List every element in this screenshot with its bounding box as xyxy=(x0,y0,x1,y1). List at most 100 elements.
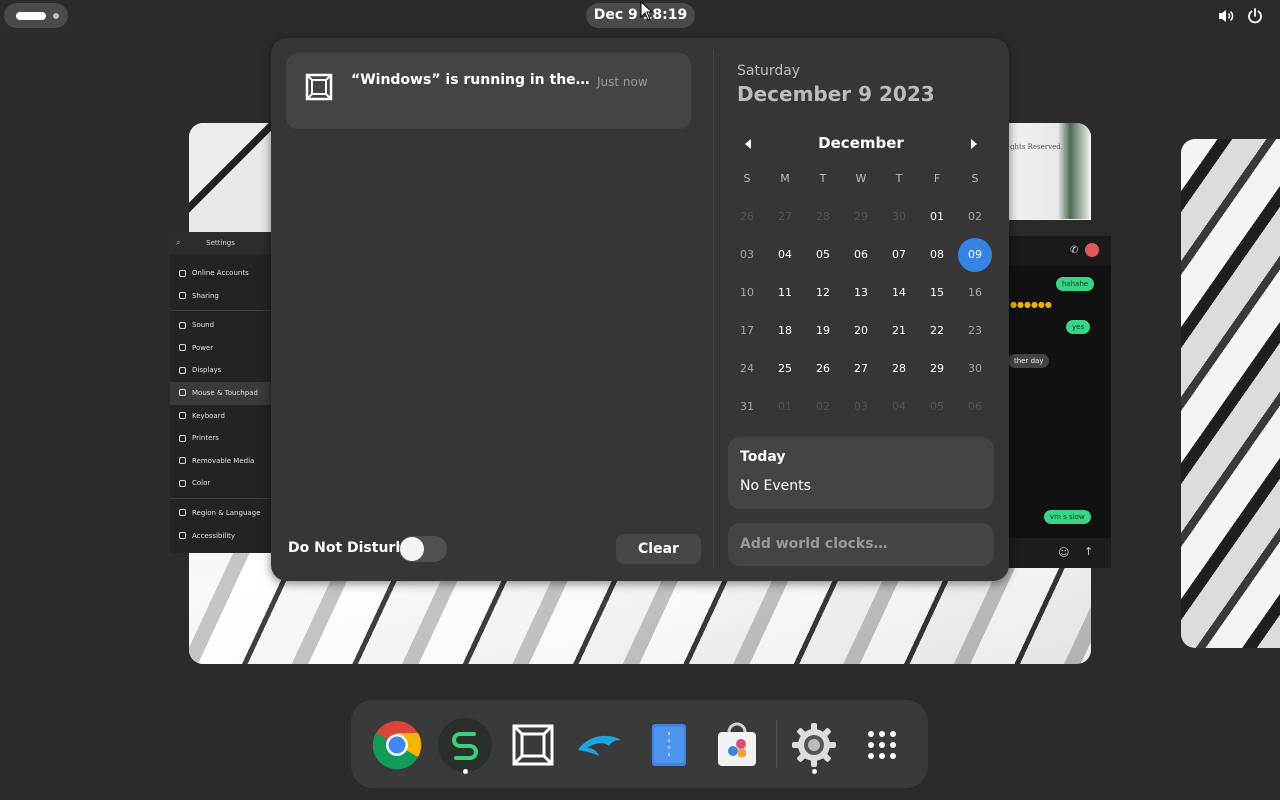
search-icon: ⌕ xyxy=(176,238,181,247)
calendar-day[interactable]: 30 xyxy=(956,350,994,388)
workspace-thumbnail-next[interactable] xyxy=(1181,139,1280,648)
chevron-right-icon[interactable] xyxy=(963,133,985,155)
files-icon[interactable] xyxy=(642,718,696,772)
app-grid-icon[interactable] xyxy=(855,718,909,772)
toggle-knob xyxy=(400,537,424,561)
calendar-day[interactable]: 26 xyxy=(804,350,842,388)
wallpaper-art xyxy=(189,123,279,233)
calendar-day[interactable]: 02 xyxy=(956,198,994,236)
calendar-day[interactable]: 06 xyxy=(956,388,994,426)
power-icon[interactable] xyxy=(1246,7,1264,25)
calendar-day[interactable]: 07 xyxy=(880,236,918,274)
calendar-day[interactable]: 02 xyxy=(804,388,842,426)
events-title: Today xyxy=(740,449,786,465)
full-date-label: December 9 2023 xyxy=(737,82,935,106)
calendar-day[interactable]: 03 xyxy=(842,388,880,426)
chat-header: ✆ xyxy=(1008,236,1111,266)
calendar-day[interactable]: 05 xyxy=(918,388,956,426)
dock xyxy=(351,700,928,788)
weekday-header: T xyxy=(895,172,903,185)
dolphin-icon[interactable] xyxy=(573,718,627,772)
send-icon: ↑ xyxy=(1084,545,1094,558)
calendar-day[interactable]: 10 xyxy=(728,274,766,312)
clear-button[interactable]: Clear xyxy=(616,534,701,564)
calendar-day[interactable]: 24 xyxy=(728,350,766,388)
weekday-header: T xyxy=(819,172,827,185)
calendar-day[interactable]: 19 xyxy=(804,312,842,350)
settings-item-keyboard: Keyboard xyxy=(170,405,271,428)
calendar-week-row: 24 25 26 27 28 29 30 xyxy=(728,350,994,388)
calendar-day[interactable]: 13 xyxy=(842,274,880,312)
calendar-day[interactable]: 31 xyxy=(728,388,766,426)
activities-button[interactable] xyxy=(4,3,68,28)
mouse-pointer-icon xyxy=(640,1,654,21)
calendar-day[interactable]: 16 xyxy=(956,274,994,312)
calendar-weeks: 26 27 28 29 30 01 02 03 04 05 06 07 08 09 10 11 12 13 14 15… xyxy=(728,198,994,426)
calendar-day[interactable]: 04 xyxy=(766,236,804,274)
dnd-label: Do Not Disturb xyxy=(288,540,406,556)
calendar-day[interactable]: 20 xyxy=(842,312,880,350)
active-workspace-indicator xyxy=(16,12,46,20)
calendar-day[interactable]: 27 xyxy=(766,198,804,236)
gitkraken-icon[interactable] xyxy=(438,718,492,772)
chevron-left-icon[interactable] xyxy=(737,133,759,155)
settings-item-color: Color xyxy=(170,472,271,495)
calendar-day[interactable]: 27 xyxy=(842,350,880,388)
calendar-day[interactable]: 30 xyxy=(880,198,918,236)
world-clocks-button[interactable]: Add world clocks… xyxy=(728,523,994,566)
calendar-day[interactable]: 04 xyxy=(880,388,918,426)
calendar-day[interactable]: 01 xyxy=(918,198,956,236)
calendar-day[interactable]: 28 xyxy=(804,198,842,236)
calendar-day[interactable]: 25 xyxy=(766,350,804,388)
calendar-grid: S M T W T F S 26 27 28 29 30 01 02 03 04 05 06 07 08… xyxy=(728,160,994,426)
calendar-day[interactable]: 26 xyxy=(728,198,766,236)
calendar-day[interactable]: 08 xyxy=(918,236,956,274)
calendar-day[interactable]: 09 xyxy=(956,236,994,274)
boxes-icon[interactable] xyxy=(506,718,560,772)
calendar-day[interactable]: 05 xyxy=(804,236,842,274)
divider xyxy=(713,50,714,569)
settings-item-accessibility: Accessibility xyxy=(170,525,271,548)
volume-icon[interactable] xyxy=(1217,7,1235,25)
settings-item-sharing: Sharing xyxy=(170,285,271,308)
settings-item-power: Power xyxy=(170,337,271,360)
calendar-day[interactable]: 03 xyxy=(728,236,766,274)
calendar-week-row: 26 27 28 29 30 01 02 xyxy=(728,198,994,236)
settings-item-printers: Printers xyxy=(170,427,271,450)
notification-calendar-popover: “Windows” is running in the bac… Just no… xyxy=(271,38,1009,581)
calendar-day[interactable]: 21 xyxy=(880,312,918,350)
workspace-dot xyxy=(53,13,59,19)
chrome-icon[interactable] xyxy=(370,718,424,772)
calendar-day[interactable]: 22 xyxy=(918,312,956,350)
calendar-day[interactable]: 15 xyxy=(918,274,956,312)
chat-message: ther day xyxy=(1008,354,1050,368)
chat-window-thumbnail[interactable]: ✆ hahahe ●●●●●● yes ther day vm s slow ☺… xyxy=(1008,220,1111,568)
emoji-icon: ☺ xyxy=(1058,546,1070,559)
calendar-day[interactable]: 06 xyxy=(842,236,880,274)
weekday-header: F xyxy=(933,172,941,185)
window-thumbnail-top[interactable]: ghts Reserved. xyxy=(1008,123,1091,219)
calendar-day[interactable]: 14 xyxy=(880,274,918,312)
notification-card[interactable]: “Windows” is running in the bac… Just no… xyxy=(286,53,691,129)
calendar-day[interactable]: 28 xyxy=(880,350,918,388)
calendar-day[interactable]: 17 xyxy=(728,312,766,350)
dnd-toggle[interactable] xyxy=(399,536,447,562)
software-icon[interactable] xyxy=(710,718,764,772)
calendar-day[interactable]: 11 xyxy=(766,274,804,312)
calendar-day[interactable]: 29 xyxy=(918,350,956,388)
calendar-day[interactable]: 29 xyxy=(842,198,880,236)
events-empty-label: No Events xyxy=(740,478,811,494)
events-section[interactable]: Today No Events xyxy=(728,437,994,509)
calendar-month: December xyxy=(818,134,904,152)
calendar-day[interactable]: 23 xyxy=(956,312,994,350)
settings-icon[interactable] xyxy=(787,718,841,772)
weekday-header: S xyxy=(971,172,979,185)
calendar-day[interactable]: 12 xyxy=(804,274,842,312)
calendar-week-row: 17 18 19 20 21 22 23 xyxy=(728,312,994,350)
calendar-day[interactable]: 01 xyxy=(766,388,804,426)
notification-time: Just now xyxy=(597,75,648,89)
settings-window-thumbnail[interactable]: ⌕ Settings Online Accounts Sharing Sound… xyxy=(170,232,271,553)
calendar-day[interactable]: 18 xyxy=(766,312,804,350)
calendar-week-row: 10 11 12 13 14 15 16 xyxy=(728,274,994,312)
weekday-header: M xyxy=(780,172,790,185)
